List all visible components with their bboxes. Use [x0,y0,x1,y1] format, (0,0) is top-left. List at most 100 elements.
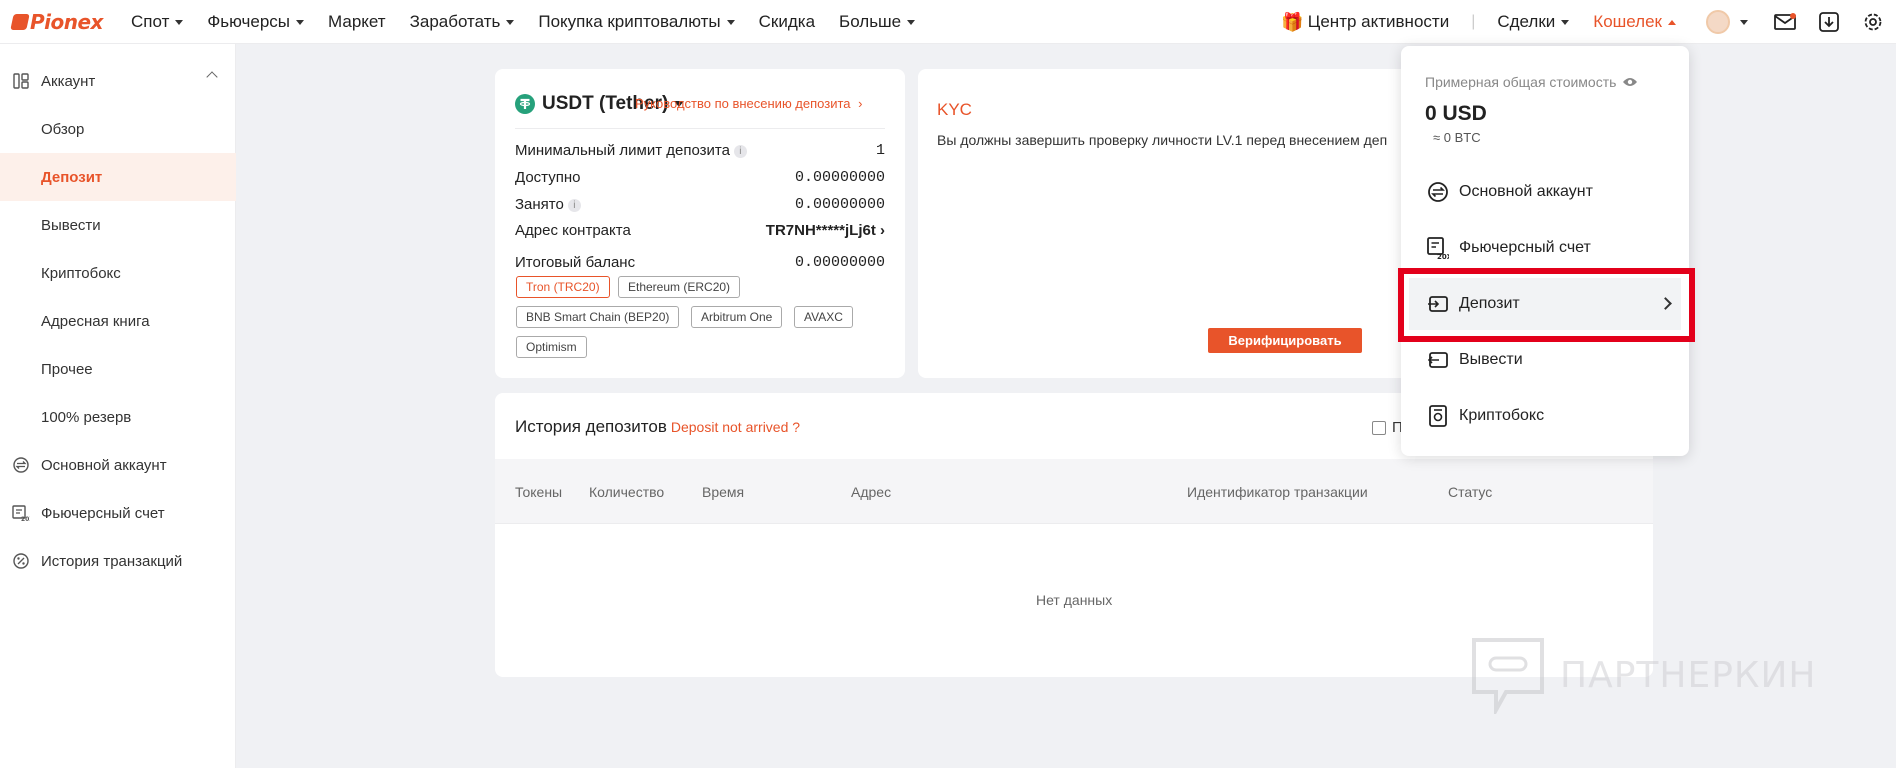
svg-text:20X: 20X [21,516,30,521]
sidebar-item-withdraw[interactable]: Вывести [0,201,236,249]
main-nav: Спот Фьючерсы Маркет Заработать Покупка … [131,0,939,44]
network-chip-avaxc[interactable]: AVAXC [794,306,853,328]
sidebar-item-cryptobox[interactable]: Криптобокс [0,249,236,297]
contract-address-link[interactable]: TR7NH*****jLj6t › [766,222,885,239]
wallet-menu-futures-account[interactable]: 20X Фьючерсный счет [1401,222,1689,274]
nav-discount[interactable]: Скидка [759,12,815,32]
caret-down-icon[interactable] [1740,19,1748,25]
sidebar-item-label: Адресная книга [41,312,150,330]
avatar[interactable] [1706,10,1730,34]
total-balance-value: 0.00000000 [794,254,885,271]
available-label: Доступно [515,169,581,186]
mail-icon[interactable] [1774,11,1796,33]
occupied-value: 0.00000000 [794,196,885,213]
nav-market[interactable]: Маркет [328,12,386,32]
settings-gear-icon[interactable] [1862,11,1884,33]
deals-label: Сделки [1497,12,1556,31]
divider [515,128,885,129]
nav-futures[interactable]: Фьючерсы [207,12,305,32]
pionex-logo[interactable]: Pionex [10,10,103,34]
verify-button[interactable]: Верифицировать [1208,328,1362,353]
contract-row: Адрес контракта TR7NH*****jLj6t › [515,222,885,239]
min-limit-label: Минимальный лимит депозита [515,142,730,159]
available-value: 0.00000000 [794,169,885,186]
caret-down-icon [175,19,184,25]
wallet-menu[interactable]: Кошелек [1593,12,1676,32]
min-limit-row: Минимальный лимит депозита i 1 [515,142,885,159]
sidebar-item-deposit[interactable]: Депозит [0,153,236,201]
activity-center-link[interactable]: 🎁 Центр активности [1281,12,1449,33]
nav-label: Покупка криптовалюты [538,12,721,31]
contract-value: TR7NH*****jLj6t [765,222,876,239]
wallet-label: Кошелек [1593,12,1662,31]
sidebar-item-futures-account[interactable]: 20X Фьючерсный счет [0,489,236,537]
network-chip-tron[interactable]: Tron (TRC20) [516,276,610,298]
watermark: ПАРТНЕРКИН [1470,636,1816,714]
network-chip-bnb[interactable]: BNB Smart Chain (BEP20) [516,306,680,328]
chevron-right-icon: › [880,222,885,239]
column-header-tokens: Токены [515,484,563,500]
nav-earn[interactable]: Заработать [410,12,515,32]
history-filter[interactable]: П [1372,419,1403,436]
wallet-menu-label: Вывести [1459,351,1523,368]
column-header-status: Статус [1448,484,1493,500]
deals-menu[interactable]: Сделки [1497,12,1570,32]
sidebar-item-reserve[interactable]: 100% резерв [0,393,236,441]
nav-label: Маркет [328,12,386,31]
deposit-guide-link[interactable]: Руководство по внесению депозита › [635,96,862,111]
svg-text:20X: 20X [1437,253,1449,259]
wallet-menu-cryptobox[interactable]: Криптобокс [1401,390,1689,442]
occupied-label: Занято [515,196,564,213]
sidebar-item-other[interactable]: Прочее [0,345,236,393]
total-usd-value: 0 USD [1425,102,1487,125]
total-btc-value: ≈ 0 BTC [1433,130,1481,145]
sidebar-item-label: Депозит [41,168,103,186]
highlight-box [1398,268,1695,342]
sidebar-item-label: Прочее [41,360,93,378]
filter-checkbox[interactable] [1372,420,1386,435]
percent-icon [12,552,30,570]
network-chip-arbitrum[interactable]: Arbitrum One [691,306,783,328]
nav-buy-crypto[interactable]: Покупка криптовалюты [538,12,735,32]
wallet-menu-label: Основной аккаунт [1459,183,1593,200]
chevron-right-icon: › [858,96,863,111]
caret-down-icon [907,19,916,25]
top-bar: Pionex Спот Фьючерсы Маркет Заработать П… [0,0,1896,44]
cryptobox-icon [1427,405,1449,427]
total-value-label: Примерная общая стоимость [1425,74,1617,90]
deposit-not-arrived-link[interactable]: Deposit not arrived ? [671,419,800,435]
activity-label: Центр активности [1307,12,1450,31]
caret-down-icon [296,19,305,25]
nav-spot[interactable]: Спот [131,12,184,32]
column-header-amount: Количество [589,484,665,500]
wallet-menu-main-account[interactable]: Основной аккаунт [1401,166,1689,218]
caret-down-icon [506,19,515,25]
eye-icon[interactable] [1622,76,1638,88]
sidebar-item-main-account[interactable]: Основной аккаунт [0,441,236,489]
network-chip-optimism[interactable]: Optimism [516,336,587,358]
nav-label: Фьючерсы [207,12,291,31]
caret-down-icon [1561,19,1570,25]
min-limit-value: 1 [875,142,885,159]
top-right-nav: 🎁 Центр активности | Сделки Кошелек [1281,0,1896,44]
caret-down-icon [726,19,735,25]
futures-icon: 20X [1427,237,1449,259]
info-icon[interactable]: i [733,144,747,158]
sidebar-item-account[interactable]: Аккаунт [0,57,236,105]
network-chip-ethereum[interactable]: Ethereum (ERC20) [618,276,741,298]
info-icon[interactable]: i [567,198,581,212]
watermark-text: ПАРТНЕРКИН [1560,654,1817,696]
grid-icon [12,72,30,90]
sidebar-item-overview[interactable]: Обзор [0,105,236,153]
kyc-title: KYC [937,100,972,119]
logo-text: Pionex [30,10,103,34]
available-row: Доступно 0.00000000 [515,169,885,186]
sidebar-item-label: Вывести [41,216,101,234]
download-icon[interactable] [1818,11,1840,33]
sidebar-item-address-book[interactable]: Адресная книга [0,297,236,345]
tether-icon [515,94,535,114]
nav-more[interactable]: Больше [839,12,916,32]
total-balance-label: Итоговый баланс [515,254,636,271]
sidebar-item-transactions[interactable]: История транзакций [0,537,236,585]
wallet-menu-label: Криптобокс [1459,407,1545,424]
